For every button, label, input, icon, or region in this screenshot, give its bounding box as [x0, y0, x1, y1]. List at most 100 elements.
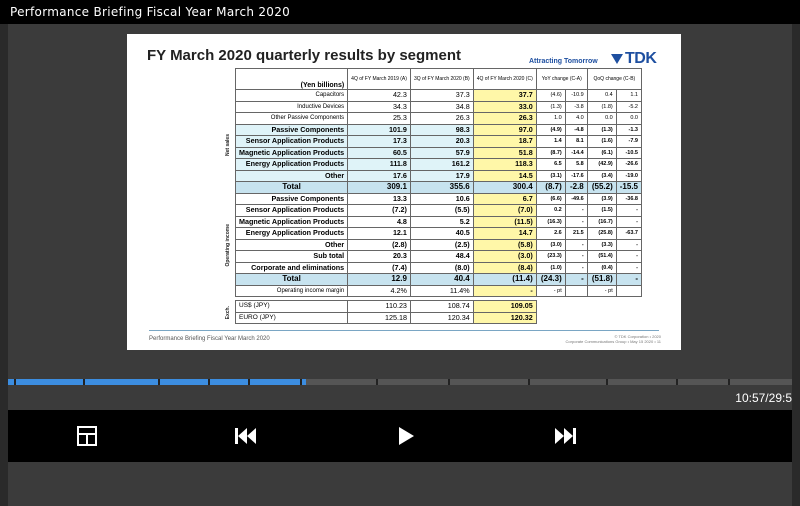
cell-qoq: (51.4) [586, 250, 617, 263]
cell-qoq: (16.7) [586, 215, 617, 228]
cell-yoy: (6.6) [535, 192, 566, 205]
player-controls [8, 410, 792, 462]
cell-yoy-pct: 5.8 [564, 158, 588, 171]
cell-a: 17.6 [347, 169, 411, 182]
skip-next-icon[interactable] [553, 427, 577, 450]
cell-a: 101.9 [347, 123, 411, 136]
cell-yoy: 6.5 [535, 158, 566, 171]
row-label: Total [234, 181, 349, 194]
cell-yoy: 1.4 [535, 135, 566, 148]
row-label: Passive Components [234, 123, 349, 136]
table-row: Passive Components 101.9 98.3 97.0 (4.9) -4.8… [234, 123, 642, 136]
row-label: Total [234, 273, 349, 286]
cell-yoy: (23.3) [535, 250, 566, 263]
cell-a: 309.1 [347, 181, 411, 194]
layout-icon[interactable] [77, 426, 97, 451]
slide-tagline: Attracting Tomorrow [529, 58, 598, 65]
cell-b: (5.5) [409, 204, 474, 217]
cell-yoy: (3.1) [535, 169, 566, 182]
cell-c: 6.7 [472, 192, 537, 205]
table-row: Other 17.6 17.9 14.5 (3.1) -17.6 (3.4) -19.0 [234, 169, 642, 182]
cell-yoy: 1.0 [535, 112, 566, 125]
cell-a: (2.8) [347, 238, 411, 251]
table-row: Operating income margin 4.2% 11.4% - - pt - p… [234, 284, 642, 297]
cell-b: 355.6 [409, 181, 474, 194]
cell-yoy: (8.7) [535, 146, 566, 159]
cell-yoy: (1.3) [535, 100, 566, 113]
cell-qoq-pct: -5.2 [615, 100, 642, 113]
logo-mark-icon [611, 54, 623, 64]
cell-a: 20.3 [347, 250, 411, 263]
cell-qoq-pct: -19.0 [615, 169, 642, 182]
cell-c: 26.3 [472, 112, 537, 125]
cell-yoy-pct: 8.1 [564, 135, 588, 148]
results-table-wrapper: (Yen billions) 4Q of FY March 2019 (A) 3… [234, 68, 642, 324]
cell-yoy-pct: - [564, 273, 588, 286]
cell-b: 11.4% [409, 284, 474, 297]
cell-yoy-pct: - [564, 261, 588, 274]
table-row: Sensor Application Products 17.3 20.3 18.7 1… [234, 135, 642, 148]
cell-b: (2.5) [409, 238, 474, 251]
left-edge [0, 24, 8, 506]
table-row: Energy Application Products 111.8 161.2 118… [234, 158, 642, 171]
cell-qoq: (1.6) [586, 135, 617, 148]
cell-qoq-pct: -15.5 [615, 181, 642, 194]
fx-c: 109.05 [472, 300, 537, 313]
fx-b: 120.34 [409, 311, 474, 324]
cell-a: (7.2) [347, 204, 411, 217]
cell-yoy: (3.0) [535, 238, 566, 251]
table-row: Sensor Application Products (7.2) (5.5) (7.… [234, 204, 642, 217]
cell-qoq: (1.8) [586, 100, 617, 113]
fx-row: EURO (JPY) 125.18 120.34 120.32 [234, 311, 642, 324]
cell-b: 57.9 [409, 146, 474, 159]
cell-c: (11.4) [472, 273, 537, 286]
cell-c: 97.0 [472, 123, 537, 136]
section-label-net-sales: Net sales [225, 134, 231, 156]
cell-yoy-pct: - [564, 215, 588, 228]
cell-b: 161.2 [409, 158, 474, 171]
cell-a: 12.9 [347, 273, 411, 286]
row-label: Operating income margin [234, 284, 349, 297]
unit-header: (Yen billions) [234, 68, 349, 90]
cell-qoq-pct: - [615, 261, 642, 274]
bottom-bar [8, 462, 792, 506]
cell-a: 111.8 [347, 158, 411, 171]
cell-c: - [472, 284, 537, 297]
play-icon[interactable] [397, 426, 415, 451]
cell-yoy: (8.7) [535, 181, 566, 194]
title-bar: Performance Briefing Fiscal Year March 2… [0, 0, 800, 25]
cell-qoq: (0.4) [586, 261, 617, 274]
fx-a: 125.18 [347, 311, 411, 324]
cell-qoq-pct [615, 284, 642, 297]
cell-qoq-pct: - [615, 215, 642, 228]
time-bar [8, 385, 792, 411]
cell-qoq: (25.8) [586, 227, 617, 240]
row-label: Inductive Devices [234, 100, 349, 113]
cell-qoq-pct: 0.0 [615, 112, 642, 125]
row-label: Sensor Application Products [234, 135, 349, 148]
cell-yoy-pct: - [564, 250, 588, 263]
cell-yoy-pct: -3.8 [564, 100, 588, 113]
cell-yoy-pct: 21.5 [564, 227, 588, 240]
cell-qoq: 0.0 [586, 112, 617, 125]
skip-previous-icon[interactable] [234, 427, 258, 450]
cell-yoy: 2.6 [535, 227, 566, 240]
cell-b: 20.3 [409, 135, 474, 148]
cell-qoq: (1.3) [586, 123, 617, 136]
table-row: Total 309.1 355.6 300.4 (8.7) -2.8 (55.2) -15.5 [234, 181, 642, 194]
col-a-header: 4Q of FY March 2019 (A) [347, 68, 411, 90]
cell-b: 10.6 [409, 192, 474, 205]
cell-c: (5.8) [472, 238, 537, 251]
cell-yoy: - pt [535, 284, 566, 297]
cell-c: (3.0) [472, 250, 537, 263]
fx-row: US$ (JPY) 110.23 108.74 109.05 [234, 300, 642, 313]
cell-b: 40.5 [409, 227, 474, 240]
cell-b: 40.4 [409, 273, 474, 286]
cell-c: 37.7 [472, 89, 537, 102]
cell-qoq-pct: 1.1 [615, 89, 642, 102]
cell-yoy: (24.3) [535, 273, 566, 286]
results-table: (Yen billions) 4Q of FY March 2019 (A) 3… [234, 68, 642, 324]
table-row: Other (2.8) (2.5) (5.8) (3.0) - (3.3) - [234, 238, 642, 251]
footer-divider [149, 330, 659, 331]
cell-yoy-pct: -49.6 [564, 192, 588, 205]
